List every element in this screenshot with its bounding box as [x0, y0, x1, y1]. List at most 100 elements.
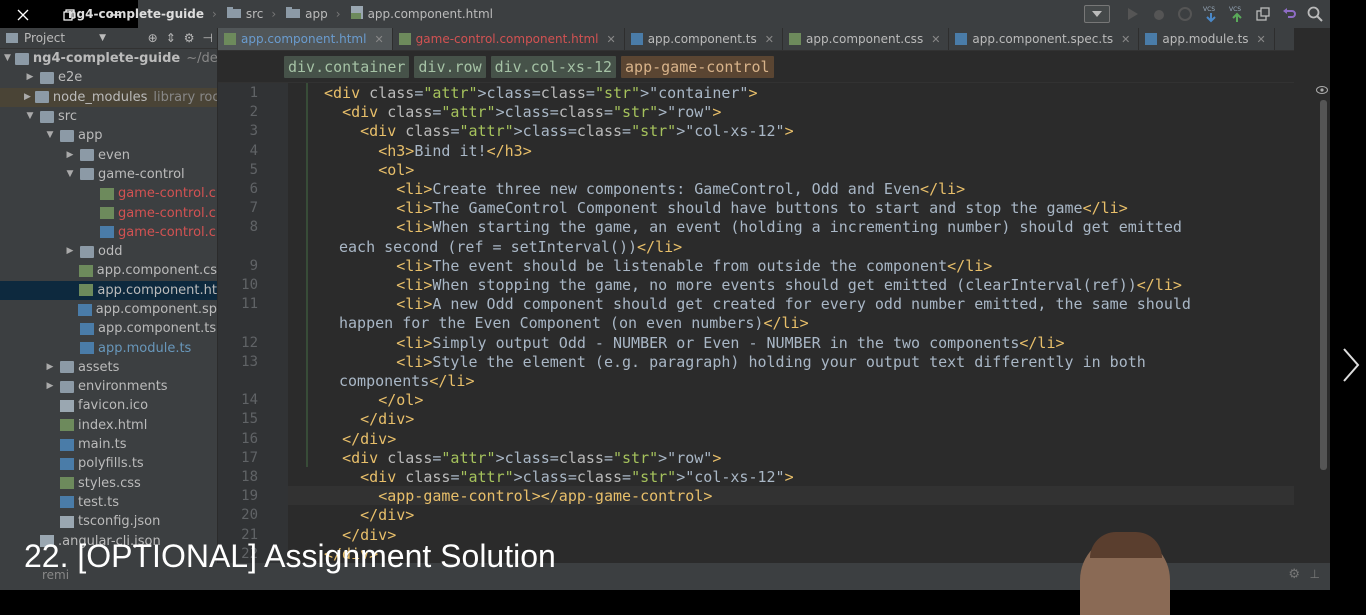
code-line: <div class="attr">class=class="str">"col… — [360, 122, 794, 141]
revert-button[interactable] — [1278, 3, 1300, 25]
tree-item[interactable]: favicon.ico — [0, 396, 217, 415]
vcs-update-button[interactable]: VCS — [1200, 3, 1222, 25]
expand-down-icon[interactable]: ▼ — [4, 49, 11, 68]
close-tab-icon[interactable]: ✕ — [1121, 33, 1130, 46]
tree-item[interactable]: app.component.sp — [0, 300, 217, 319]
close-tab-icon[interactable]: ✕ — [931, 33, 940, 46]
folder-icon — [226, 7, 241, 21]
crumb-app[interactable]: app — [284, 7, 328, 21]
crumb-src[interactable]: src — [225, 7, 263, 21]
close-tab-icon[interactable]: ✕ — [374, 33, 383, 46]
line-number: 4 — [249, 142, 258, 159]
tree-item[interactable]: game-control.c — [0, 223, 217, 242]
search-button[interactable] — [1304, 3, 1326, 25]
tree-item-label: node_modules — [52, 89, 148, 105]
hide-icon[interactable]: ⊥ — [1310, 567, 1320, 581]
expand-down-icon[interactable]: ▼ — [24, 107, 36, 126]
editor-tab[interactable]: app.module.ts ✕ — [1139, 28, 1275, 50]
expand-right-icon[interactable]: ▶ — [44, 377, 56, 396]
close-tab-icon[interactable]: ✕ — [765, 33, 774, 46]
expand-down-icon[interactable]: ▼ — [44, 126, 56, 145]
tree-item[interactable]: ▶ assets — [0, 358, 217, 377]
tree-item[interactable]: ▼ src — [0, 107, 217, 126]
tree-item[interactable]: ▶ node_modules library roo — [0, 87, 217, 107]
run-button[interactable] — [1122, 3, 1144, 25]
tree-item[interactable]: ▼ game-control — [0, 165, 217, 184]
crumb-project[interactable]: ng4-complete-guide — [68, 7, 204, 21]
editor-tab[interactable]: app.component.spec.ts ✕ — [949, 28, 1140, 50]
tree-item[interactable]: ▶ odd — [0, 242, 217, 261]
locate-icon[interactable]: ⊕ — [148, 31, 158, 45]
debug-button[interactable] — [1148, 3, 1170, 25]
tree-item[interactable]: polyfills.ts — [0, 454, 217, 473]
tree-item[interactable]: game-control.c — [0, 184, 217, 203]
gear-icon[interactable]: ⚙ — [1288, 567, 1300, 582]
tree-item[interactable]: app.component.ht — [0, 280, 217, 300]
code-line: <ol> — [378, 160, 415, 179]
expand-right-icon[interactable]: ▶ — [24, 88, 31, 107]
expand-right-icon[interactable]: ▶ — [64, 242, 76, 261]
expand-right-icon[interactable]: ▶ — [24, 68, 36, 87]
run-config-dropdown[interactable] — [1084, 5, 1110, 23]
tree-item[interactable]: ▼ ng4-complete-guide ~/dev — [0, 49, 217, 68]
tree-item[interactable]: index.html — [0, 416, 217, 435]
html-file-icon — [60, 419, 74, 432]
project-view-label[interactable]: Project — [24, 31, 65, 45]
tree-item-label: game-control.c — [118, 186, 216, 202]
tree-item[interactable]: ▶ even — [0, 145, 217, 164]
expand-down-icon[interactable]: ▼ — [64, 165, 76, 184]
compare-button[interactable] — [1252, 3, 1274, 25]
tree-item-label: styles.css — [78, 475, 141, 491]
tree-item[interactable]: ▶ e2e — [0, 68, 217, 87]
tree-item[interactable]: tsconfig.json — [0, 512, 217, 531]
editor-tabs: app.component.html ✕ game-control.componen… — [218, 28, 1294, 51]
path-tag-current[interactable]: app-game-control — [621, 55, 774, 78]
project-tree: ▼ ng4-complete-guide ~/dev ▶ e2e ▶ node_module… — [0, 49, 217, 551]
crumb-file[interactable]: app.component.html — [349, 6, 493, 22]
path-tag[interactable]: div.container — [284, 55, 410, 78]
close-tab-icon[interactable]: ✕ — [606, 33, 615, 46]
collapse-icon[interactable]: ⇕ — [166, 31, 176, 45]
editor-tab[interactable]: app.component.html ✕ — [218, 28, 393, 50]
path-tag[interactable]: div.col-xs-12 — [490, 55, 617, 78]
code-line: <h3>Bind it!</h3> — [378, 141, 532, 160]
tree-item[interactable]: app.component.ts — [0, 319, 217, 338]
vcs-down-icon: VCS — [1203, 6, 1216, 23]
editor-tab[interactable]: app.component.ts ✕ — [625, 28, 783, 50]
line-number: 14 — [241, 392, 258, 409]
expand-right-icon[interactable]: ▶ — [44, 358, 56, 377]
tree-item[interactable]: app.module.ts — [0, 338, 217, 357]
code-line: components</li> — [339, 372, 475, 390]
vcs-commit-button[interactable]: VCS — [1226, 3, 1248, 25]
ts-file-icon — [60, 438, 74, 451]
folder-icon — [14, 52, 29, 65]
tree-item[interactable]: main.ts — [0, 435, 217, 454]
coverage-button[interactable] — [1174, 3, 1196, 25]
path-tag[interactable]: div.row — [414, 55, 486, 78]
expand-right-icon[interactable]: ▶ — [64, 146, 76, 165]
tree-item[interactable]: ▼ app — [0, 126, 217, 145]
gear-icon[interactable]: ⚙ — [184, 31, 195, 45]
eye-icon[interactable] — [1316, 85, 1328, 95]
code-line: <div class="attr">class=class="str">"con… — [324, 84, 758, 102]
tree-item-label: app.component.cs — [96, 263, 217, 279]
tree-item[interactable]: styles.css — [0, 474, 217, 493]
tree-item[interactable]: test.ts — [0, 493, 217, 512]
editor-scrollbar[interactable] — [1320, 100, 1327, 470]
chevron-right-icon[interactable] — [1340, 345, 1362, 385]
project-panel: Project ▼ ⊕ ⇕ ⚙ ⊣ ▼ ng4-complete-guide ~/d… — [0, 28, 218, 590]
project-panel-header: Project ▼ ⊕ ⇕ ⚙ ⊣ — [0, 28, 217, 49]
svg-text:VCS: VCS — [1229, 6, 1241, 13]
close-window-button[interactable] — [0, 0, 46, 30]
tree-item-extra: ~/dev — [186, 51, 218, 67]
ts-file-icon — [60, 496, 74, 509]
editor-tab[interactable]: app.component.css ✕ — [783, 28, 950, 50]
editor-tab[interactable]: game-control.component.html ✕ — [393, 28, 625, 50]
tree-item[interactable]: ▶ environments — [0, 377, 217, 396]
close-tab-icon[interactable]: ✕ — [1257, 33, 1266, 46]
hide-icon[interactable]: ⊣ — [203, 31, 213, 45]
tree-item[interactable]: game-control.c — [0, 203, 217, 222]
tree-item[interactable]: app.component.cs — [0, 261, 217, 280]
code-line: <li>Simply output Odd - NUMBER or Even -… — [396, 333, 1065, 352]
chevron-down-icon[interactable]: ▼ — [99, 33, 106, 43]
